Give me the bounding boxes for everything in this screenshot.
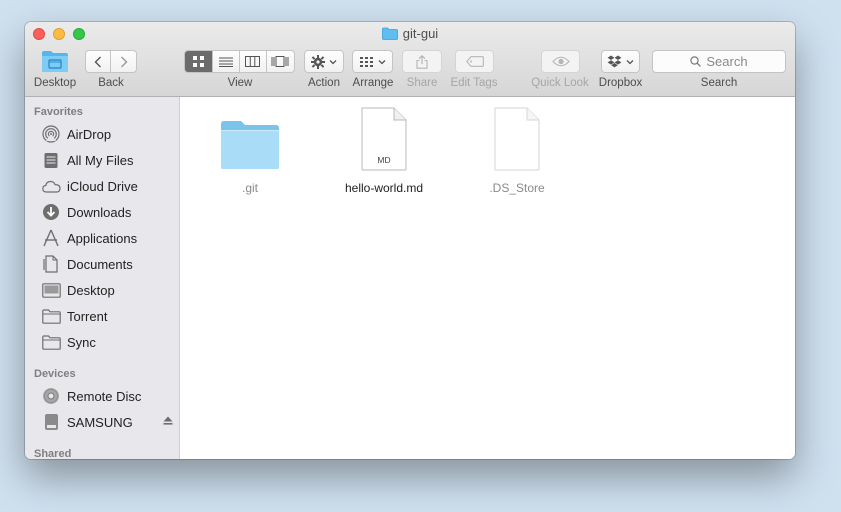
downloads-icon [41, 202, 61, 222]
favorites-heading: Favorites [34, 106, 83, 118]
applications-icon [41, 228, 61, 248]
icon-view-button[interactable] [185, 51, 214, 72]
list-icon [219, 57, 234, 67]
sidebar-item-samsung[interactable]: SAMSUNG [41, 411, 173, 433]
disc-icon [41, 386, 61, 406]
sidebar-item-label: iCloud Drive [67, 178, 138, 194]
edit-tags-label: Edit Tags [450, 77, 498, 89]
dropbox-label: Dropbox [598, 77, 643, 89]
folder-icon [381, 27, 398, 40]
folder-icon [219, 103, 281, 171]
search-label: Search [700, 77, 738, 89]
column-view-button[interactable] [240, 51, 267, 72]
chevron-down-icon [378, 59, 385, 64]
sidebar-item-all-my-files[interactable]: All My Files [41, 149, 173, 171]
dropbox-icon [607, 55, 622, 68]
sidebar-item-label: AirDrop [67, 126, 112, 142]
dropbox-button[interactable] [601, 50, 640, 73]
action-button[interactable] [304, 50, 344, 73]
chevron-right-icon [120, 56, 127, 67]
sidebar-item-remote-disc[interactable]: Remote Disc [41, 385, 173, 407]
edit-tags-button[interactable] [455, 50, 494, 73]
share-button[interactable] [402, 50, 442, 73]
file-name: hello-world.md [344, 181, 424, 195]
sidebar-item-documents[interactable]: Documents [41, 253, 173, 275]
sidebar-item-icloud-drive[interactable]: iCloud Drive [41, 175, 173, 197]
nav-buttons [85, 50, 137, 73]
action-label: Action [308, 77, 340, 89]
quick-look-label: Quick Look [531, 77, 589, 89]
eject-icon[interactable] [163, 416, 173, 428]
toolbar: git-gui Desktop Back View Action Arrange… [25, 22, 795, 97]
share-icon [416, 54, 428, 69]
devices-heading: Devices [34, 368, 76, 380]
all-files-icon [41, 150, 61, 170]
back-label: Back [98, 77, 124, 89]
sidebar-item-airdrop[interactable]: AirDrop [41, 123, 173, 145]
file-item[interactable]: .git [195, 103, 305, 195]
search-icon [690, 56, 702, 67]
sidebar: Favorites AirDrop All My Files iCloud Dr… [25, 97, 180, 459]
file-badge: MD [377, 155, 390, 165]
desktop-folder-icon [42, 51, 68, 72]
chevron-left-icon [94, 56, 101, 67]
arrange-button[interactable] [352, 50, 393, 73]
file-item[interactable]: MD hello-world.md [329, 103, 439, 195]
eye-icon [551, 56, 570, 67]
sidebar-item-sync[interactable]: Sync [41, 331, 173, 353]
tag-icon [465, 56, 484, 67]
sidebar-item-label: Remote Disc [67, 388, 142, 404]
shared-heading: Shared [34, 448, 72, 459]
drive-icon [41, 412, 61, 432]
share-label: Share [406, 77, 438, 89]
grid-icon [193, 56, 205, 67]
markdown-document-icon: MD [359, 103, 409, 171]
finder-window: git-gui Desktop Back View Action Arrange… [25, 22, 795, 459]
window-title-text: git-gui [402, 26, 439, 41]
search-placeholder: Search [706, 54, 748, 69]
quick-look-button[interactable] [541, 50, 580, 73]
forward-button[interactable] [111, 51, 136, 72]
documents-icon [41, 254, 61, 274]
sidebar-item-label: Sync [67, 334, 96, 350]
cloud-icon [41, 176, 61, 196]
chevron-down-icon [329, 59, 337, 64]
file-browser: .git MD hello-world.md .DS_Store [180, 97, 795, 459]
arrange-icon [359, 56, 373, 67]
sidebar-item-label: Downloads [67, 204, 132, 220]
sidebar-item-applications[interactable]: Applications [41, 227, 173, 249]
search-field[interactable]: Search [652, 50, 786, 73]
arrange-label: Arrange [352, 77, 394, 89]
cover-flow-view-button[interactable] [267, 51, 294, 72]
airdrop-icon [41, 124, 61, 144]
sidebar-item-desktop[interactable]: Desktop [41, 279, 173, 301]
sidebar-item-label: Desktop [67, 282, 115, 298]
gear-icon [311, 54, 325, 69]
list-view-button[interactable] [213, 51, 240, 72]
desktop-toolbar-button[interactable] [41, 49, 69, 73]
view-segmented-control [184, 50, 295, 73]
file-name: .git [241, 181, 258, 195]
sidebar-item-label: Applications [67, 230, 138, 246]
sidebar-item-torrent[interactable]: Torrent [41, 305, 173, 327]
columns-icon [245, 56, 261, 67]
sidebar-item-label: Documents [67, 256, 133, 272]
sidebar-item-label: Torrent [67, 308, 108, 324]
back-button[interactable] [86, 51, 112, 72]
sidebar-item-label: All My Files [67, 152, 134, 168]
window-title: git-gui [25, 26, 795, 41]
desktop-toolbar-label: Desktop [33, 77, 77, 89]
document-icon [492, 103, 542, 171]
cover-flow-icon [271, 56, 289, 67]
file-item[interactable]: .DS_Store [462, 103, 572, 195]
folder-icon [41, 306, 61, 326]
view-label: View [227, 77, 253, 89]
file-name: .DS_Store [489, 181, 545, 195]
chevron-down-icon [626, 59, 634, 64]
sidebar-item-label: SAMSUNG [67, 414, 133, 430]
sidebar-item-downloads[interactable]: Downloads [41, 201, 173, 223]
desktop-icon [41, 280, 61, 300]
folder-icon [41, 332, 61, 352]
